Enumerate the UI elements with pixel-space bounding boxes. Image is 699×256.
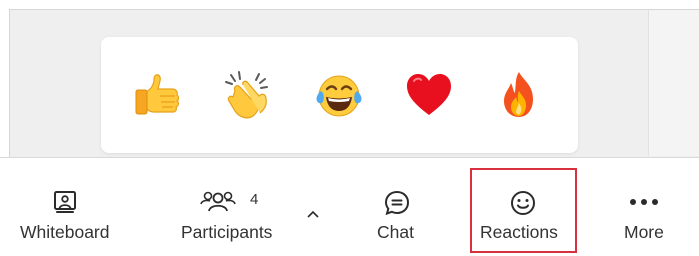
red-heart-emoji[interactable] xyxy=(403,69,455,121)
meeting-window: Whiteboard 4 Participants Chat Reactions… xyxy=(0,0,699,256)
whiteboard-icon xyxy=(52,189,78,215)
whiteboard-label: Whiteboard xyxy=(20,222,110,242)
more-dots-icon xyxy=(629,198,659,224)
heart-icon xyxy=(407,74,451,115)
participants-icon xyxy=(200,189,236,215)
thumbs-up-emoji[interactable] xyxy=(132,69,184,121)
side-panel xyxy=(648,10,699,156)
fire-icon xyxy=(504,72,533,117)
fire-emoji[interactable] xyxy=(493,69,545,121)
meeting-toolbar: Whiteboard 4 Participants Chat Reactions… xyxy=(0,157,699,256)
chat-button[interactable]: Chat xyxy=(368,158,428,256)
chat-label: Chat xyxy=(377,222,414,242)
thumbs-up-icon xyxy=(135,74,180,115)
participants-label: Participants xyxy=(181,222,273,242)
reactions-highlight-outline xyxy=(470,168,577,253)
tears-of-joy-emoji[interactable] xyxy=(313,69,365,121)
more-label: More xyxy=(624,222,664,242)
whiteboard-button[interactable]: Whiteboard xyxy=(14,158,126,256)
tears-of-joy-icon xyxy=(316,75,362,117)
chat-icon xyxy=(383,189,411,216)
reactions-popover xyxy=(101,37,578,153)
participants-options-button[interactable] xyxy=(302,198,324,256)
participants-count: 4 xyxy=(250,191,259,208)
more-button[interactable]: More xyxy=(618,158,678,256)
participants-button[interactable]: 4 Participants xyxy=(176,158,292,256)
clapping-hands-icon xyxy=(225,71,268,119)
chevron-up-icon xyxy=(306,206,320,224)
clapping-hands-emoji[interactable] xyxy=(221,69,273,121)
